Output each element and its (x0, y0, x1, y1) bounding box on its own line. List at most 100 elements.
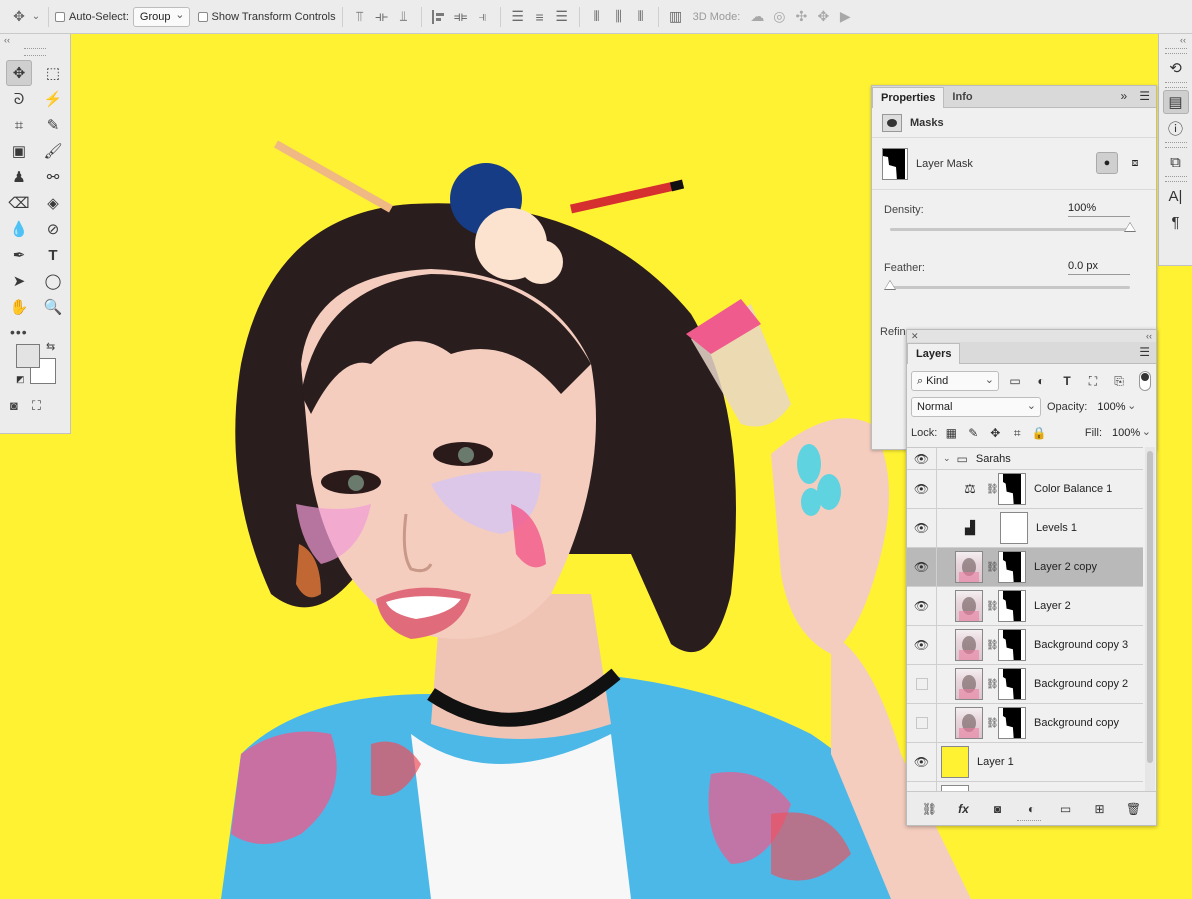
link-icon[interactable]: ⛓ (986, 562, 999, 573)
properties-panel-icon[interactable]: ▤ (1162, 90, 1189, 114)
layer-mask-thumbnail[interactable] (998, 551, 1026, 583)
color-swatches[interactable]: ⇆ ◩ (16, 341, 70, 394)
distribute-bottom-icon[interactable]: ☰ (551, 6, 573, 28)
tool-preset-dropdown[interactable]: ⌄ (30, 6, 42, 28)
feather-slider[interactable] (884, 280, 1130, 290)
distribute-hcenter-icon[interactable]: ⫼ (608, 6, 630, 28)
layer-group-row[interactable]: 👁 ⌄ ▭ Sarahs (907, 448, 1143, 470)
filter-shape-icon[interactable]: ⛶ (1083, 371, 1103, 391)
crop-tool-icon[interactable]: ⌗ (6, 112, 32, 138)
visibility-eye-icon[interactable]: 👁 (907, 743, 937, 781)
orbit-3d-icon[interactable]: ☁ (746, 6, 768, 28)
eyedropper-tool-icon[interactable]: ✎ (40, 112, 66, 138)
type-tool-icon[interactable]: T (40, 242, 66, 268)
new-adjustment-icon[interactable]: ◐ (1023, 800, 1041, 818)
more-tools-icon[interactable]: ••• (0, 320, 70, 344)
layer-mask-thumbnail[interactable] (998, 707, 1026, 739)
layer-thumbnail[interactable] (941, 746, 969, 778)
dock-grip[interactable] (1164, 82, 1187, 88)
visibility-eye-icon[interactable]: 👁 (907, 470, 937, 508)
new-group-icon[interactable]: ▭ (1057, 800, 1075, 818)
layer-mask-thumbnail[interactable] (998, 590, 1026, 622)
magic-wand-tool-icon[interactable]: ⚡ (40, 86, 66, 112)
layer-thumbnail[interactable] (955, 668, 983, 700)
layer-row[interactable]: 👁 Layer 1 (907, 743, 1143, 782)
link-icon[interactable]: ⛓ (986, 718, 999, 729)
layer-thumbnail[interactable] (955, 551, 983, 583)
stamp-tool-icon[interactable]: ♟ (6, 164, 32, 190)
drag-3d-icon[interactable]: ✣ (790, 6, 812, 28)
layer-row[interactable]: ⛓ Background copy 2 (907, 665, 1143, 704)
hand-tool-icon[interactable]: ✋ (6, 294, 32, 320)
eraser-tool-icon[interactable]: ⌫ (6, 190, 32, 216)
filter-toggle[interactable] (1139, 371, 1151, 391)
opacity-value[interactable]: 100% (1093, 398, 1137, 416)
density-slider[interactable] (890, 222, 1136, 232)
distribute-top-icon[interactable]: ☰ (507, 6, 529, 28)
default-colors-icon[interactable]: ◩ (16, 374, 25, 385)
pixel-mask-button[interactable]: ● (1096, 152, 1118, 174)
distribute-vcenter-icon[interactable]: ≡ (529, 6, 551, 28)
marquee-tool-icon[interactable]: ⬚ (40, 60, 66, 86)
expand-panel-icon[interactable]: » (1121, 89, 1128, 103)
quick-mask-icon[interactable]: ◙ (10, 398, 18, 414)
lock-all-icon[interactable]: 🔒 (1031, 424, 1047, 442)
panel-resize-grip[interactable] (1017, 820, 1041, 823)
auto-select-dropdown[interactable]: Group (132, 6, 190, 27)
character-panel-icon[interactable]: A| (1163, 184, 1189, 208)
zoom-tool-icon[interactable]: 🔍 (40, 294, 66, 320)
align-vcenter-icon[interactable]: ⟛ (371, 6, 393, 28)
history-brush-tool-icon[interactable]: ⚯ (40, 164, 66, 190)
new-layer-icon[interactable]: ⊞ (1091, 800, 1109, 818)
layers-scrollbar[interactable] (1145, 447, 1155, 791)
layers-scrollbar-thumb[interactable] (1147, 451, 1153, 763)
move-tool-icon[interactable]: ✥ (8, 6, 30, 28)
adjustment-mask-thumbnail[interactable] (1000, 512, 1028, 544)
tab-layers[interactable]: Layers (907, 343, 961, 364)
brush-tool-icon[interactable]: 🖌 (40, 138, 66, 164)
show-transform-checkbox[interactable] (197, 11, 208, 22)
dock-grip[interactable] (1164, 142, 1187, 148)
align-right-icon[interactable]: ⫣ (472, 6, 494, 28)
foreground-color-swatch[interactable] (16, 344, 40, 368)
paint-bucket-tool-icon[interactable]: ◈ (40, 190, 66, 216)
layer-row[interactable]: 👁 ⛓ Layer 2 copy (907, 548, 1143, 587)
roll-3d-icon[interactable]: ◎ (768, 6, 790, 28)
feather-value[interactable]: 0.0 px (1068, 260, 1130, 275)
scale-3d-icon[interactable]: ▶ (834, 6, 856, 28)
tools-collapse[interactable]: ‹‹ (0, 34, 70, 46)
layer-row[interactable]: 👁 ⚖ ⛓ Color Balance 1 (907, 470, 1143, 509)
dock-grip[interactable] (1164, 48, 1187, 54)
move-tool-icon[interactable]: ✥ (6, 60, 32, 86)
blur-tool-icon[interactable]: 💧 (6, 216, 32, 242)
swap-colors-icon[interactable]: ⇆ (46, 340, 55, 353)
auto-select-checkbox[interactable] (55, 11, 65, 22)
collapse-panel-icon[interactable]: ‹‹ (1146, 330, 1152, 342)
lock-transparent-icon[interactable]: ▦ (943, 424, 959, 442)
filter-smart-object-icon[interactable]: ⎘ (1109, 371, 1129, 391)
distribute-right-icon[interactable]: ⦀ (630, 6, 652, 28)
adjustment-mask-thumbnail[interactable] (998, 473, 1026, 505)
layer-mask-thumbnail[interactable] (998, 629, 1026, 661)
visibility-eye-icon[interactable]: 👁 (907, 548, 937, 586)
density-value[interactable]: 100% (1068, 202, 1130, 217)
group-expand-chevron-icon[interactable]: ⌄ (943, 453, 951, 464)
layer-row[interactable] (907, 782, 1143, 791)
visibility-eye-icon[interactable]: 👁 (907, 626, 937, 664)
paths-panel-icon[interactable]: ⧉ (1163, 150, 1189, 174)
tools-grip[interactable] (24, 48, 46, 56)
layer-thumbnail[interactable] (955, 590, 983, 622)
visibility-toggle-empty[interactable] (907, 704, 937, 742)
layer-mask-thumbnail[interactable] (998, 668, 1026, 700)
fill-value[interactable]: 100% (1108, 424, 1152, 442)
dock-grip[interactable] (1164, 176, 1187, 182)
visibility-eye-icon[interactable] (907, 782, 937, 791)
density-slider-knob[interactable] (1124, 222, 1136, 232)
link-icon[interactable]: ⛓ (986, 640, 999, 651)
panel-menu-icon[interactable]: ☰ (1139, 89, 1150, 103)
link-icon[interactable]: ⛓ (986, 484, 999, 495)
blend-mode-dropdown[interactable]: Normal (911, 397, 1041, 417)
ellipse-tool-icon[interactable]: ◯ (40, 268, 66, 294)
lasso-tool-icon[interactable]: ᘐ (6, 86, 32, 112)
history-panel-icon[interactable]: ⟲ (1163, 56, 1189, 80)
